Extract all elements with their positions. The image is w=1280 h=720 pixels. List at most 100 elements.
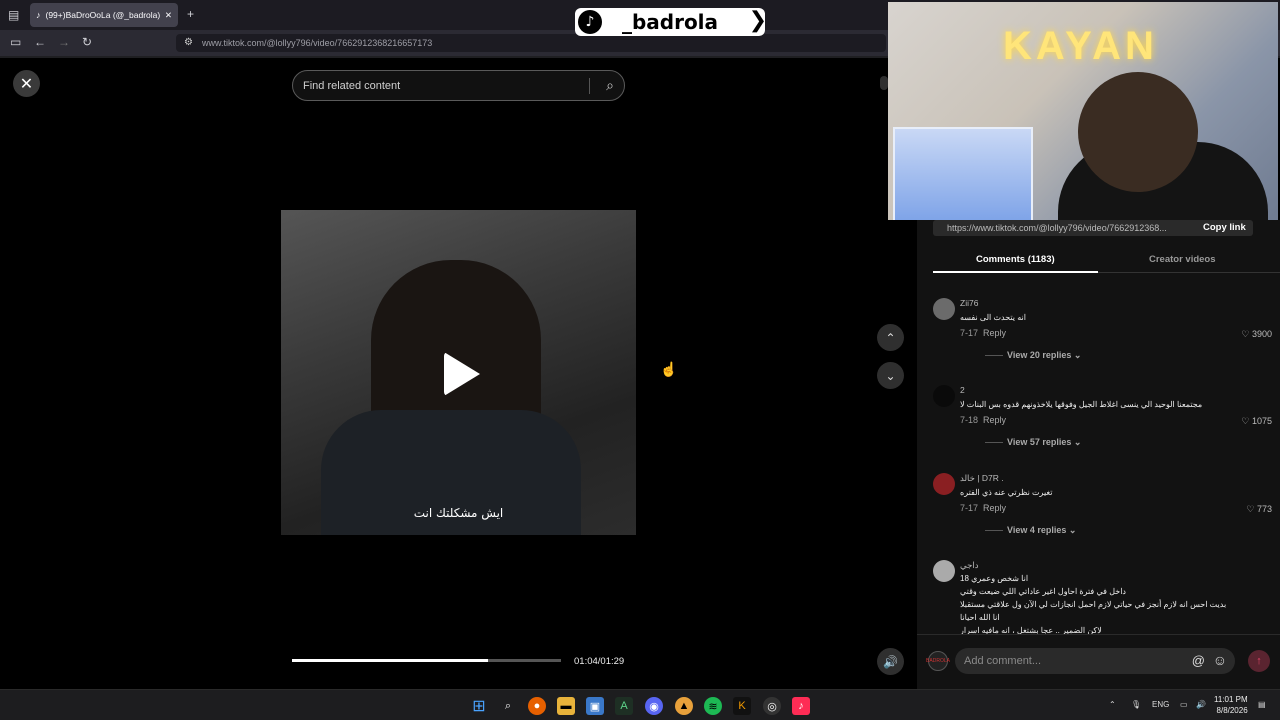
next-video-button[interactable]: ⌄ (877, 362, 904, 389)
copy-link-button[interactable]: Copy link (1203, 222, 1246, 233)
volume-tray-icon[interactable]: 🔊 (1196, 700, 1206, 709)
store-icon[interactable]: ▣ (586, 697, 604, 715)
kick-icon[interactable]: K (733, 697, 751, 715)
emoji-icon[interactable]: ☺ (1213, 652, 1227, 668)
tab-comments[interactable]: Comments (1183) (976, 254, 1055, 265)
related-search-input[interactable]: Find related content ⌕ (292, 70, 625, 101)
streamer-brand-badge: ♪ _badrola ❯ (575, 8, 767, 36)
microphone-icon[interactable]: 🎙 (1131, 700, 1141, 709)
like-button[interactable]: ♡ 1075 (1241, 416, 1272, 427)
tiktok-app-icon[interactable]: ♪ (792, 697, 810, 715)
comment-text-line: انا الله احيانا (960, 613, 1000, 622)
clock-date: 8/8/2026 (1216, 706, 1248, 715)
video-progress-bar[interactable] (292, 659, 561, 662)
comment-text: تغيرت نظرتي عنه ذي الفتره (960, 488, 1053, 497)
new-tab-icon[interactable]: + (187, 7, 194, 21)
more-options-handle[interactable] (880, 76, 888, 90)
browser-tab[interactable]: ♪ (99+)BaDroOoLa (@_badrola) | ✕ (30, 3, 178, 27)
spotify-icon[interactable]: ≋ (704, 697, 722, 715)
heart-icon: ♡ (1241, 416, 1250, 426)
tab-list-icon[interactable]: ▤ (8, 8, 19, 22)
address-bar[interactable]: ⚙ www.tiktok.com/@lollyy796/video/766291… (176, 34, 886, 52)
post-comment-button[interactable]: ↑ (1248, 650, 1270, 672)
mention-icon[interactable]: @ (1192, 653, 1205, 668)
volume-button[interactable]: 🔊 (877, 648, 904, 675)
discord-icon[interactable]: ◉ (645, 697, 663, 715)
tray-overflow-icon[interactable]: ⌃ (1109, 700, 1116, 709)
view-replies-label: View 57 replies (1007, 437, 1072, 447)
comment-date: 7-18 (960, 415, 979, 425)
comment-text: مجتمعنا الوحيد الي ينسى اغلاط الجيل وفوق… (960, 400, 1203, 409)
avatar[interactable] (933, 560, 955, 582)
active-tab-indicator (933, 271, 1098, 273)
comment-text-line: انا شخص وعمري 18 (960, 574, 1029, 583)
comment-text-line: داخل في فترة احاول اغير عاداتي اللي ضيعت… (960, 587, 1126, 596)
windows-taskbar: ⊞ ⌕ ● ▬ ▣ A ◉ ▲ ≋ K ◎ ♪ ⌃ 🎙 ENG ▭ 🔊 11:0… (0, 689, 1280, 720)
comment-text-line: بديت احس انه لازم أنجز في حياتي لازم احم… (960, 600, 1227, 609)
search-icon[interactable]: ⌕ (606, 77, 614, 94)
close-tab-icon[interactable]: ✕ (165, 10, 172, 21)
obs-icon[interactable]: ◎ (763, 697, 781, 715)
previous-video-button[interactable]: ⌃ (877, 324, 904, 351)
pc-case (893, 127, 1033, 220)
like-button[interactable]: ♡ 773 (1246, 504, 1272, 515)
avatar[interactable] (933, 298, 955, 320)
heart-icon: ♡ (1246, 504, 1255, 514)
reply-button[interactable]: Reply (983, 415, 1006, 425)
network-icon[interactable]: ▭ (1180, 700, 1188, 709)
search-icon[interactable]: ⌕ (499, 697, 517, 715)
comment-author[interactable]: Zii76 (960, 298, 978, 308)
back-icon[interactable]: ← (34, 35, 46, 49)
windows-start-icon[interactable]: ⊞ (470, 697, 488, 715)
play-icon[interactable] (444, 352, 480, 396)
view-replies-label: View 20 replies (1007, 350, 1072, 360)
site-info-icon[interactable]: ⚙ (184, 37, 193, 48)
search-divider (589, 78, 590, 94)
add-comment-input[interactable]: Add comment... @ ☺ (955, 648, 1235, 674)
composer-divider (917, 634, 1280, 635)
reply-button[interactable]: Reply (983, 503, 1006, 513)
comment-author[interactable]: خالد | D7R . (960, 473, 1004, 484)
comment-author[interactable]: 2 (960, 385, 965, 395)
forward-icon[interactable]: → (58, 35, 70, 49)
system-clock[interactable]: 11:01 PM 8/8/2026 (1214, 694, 1248, 716)
search-placeholder: Find related content (303, 79, 401, 92)
arrow-up-icon: ↑ (1256, 655, 1262, 667)
brand-name: _badrola (621, 10, 719, 34)
file-explorer-icon[interactable]: ▬ (557, 697, 575, 715)
view-replies-button[interactable]: View 20 replies ⌄ (985, 350, 1081, 361)
like-count: 773 (1256, 504, 1272, 514)
notification-icon[interactable]: ▤ (1258, 700, 1266, 709)
avatar[interactable] (933, 385, 955, 407)
app-warning-icon[interactable]: ▲ (675, 697, 693, 715)
view-replies-button[interactable]: View 4 replies ⌄ (985, 525, 1076, 536)
comment-date: 7-17 (960, 328, 979, 338)
video-time: 01:04/01:29 (574, 656, 625, 667)
tab-creator-videos[interactable]: Creator videos (1149, 254, 1216, 265)
firefox-icon[interactable]: ● (528, 697, 546, 715)
comment-author[interactable]: داجي (960, 560, 979, 571)
progress-fill (292, 659, 488, 662)
reload-icon[interactable]: ↻ (82, 35, 92, 49)
reply-button[interactable]: Reply (983, 328, 1006, 338)
speaker-icon: 🔊 (883, 654, 898, 669)
tab-title: (99+)BaDroOoLa (@_badrola) | (45, 10, 160, 20)
view-replies-button[interactable]: View 57 replies ⌄ (985, 437, 1081, 448)
close-viewer-button[interactable]: ✕ (13, 70, 40, 97)
tiktok-favicon-icon: ♪ (36, 10, 41, 20)
language-indicator[interactable]: ENG (1152, 700, 1169, 709)
like-button[interactable]: ♡ 3900 (1241, 329, 1272, 340)
avatar[interactable] (933, 473, 955, 495)
heart-icon: ♡ (1241, 329, 1250, 339)
chevron-up-icon: ⌃ (885, 330, 896, 345)
chevron-down-icon: ⌄ (885, 368, 896, 383)
sidebar-icon[interactable]: ▭ (10, 35, 21, 49)
hand-cursor-icon: ☝ (660, 361, 678, 377)
add-comment-placeholder: Add comment... (964, 655, 1042, 667)
video-caption: ايش مشكلتك انت (413, 506, 504, 520)
close-icon: ✕ (19, 75, 34, 93)
comment-text-line: لاكن الضمير .. عجا بشتغل ، انه مافيه اسر… (960, 626, 1102, 634)
video-player[interactable]: ايش مشكلتك انت (281, 210, 636, 535)
share-link-text: https://www.tiktok.com/@lollyy796/video/… (947, 223, 1167, 233)
app-a-icon[interactable]: A (615, 697, 633, 715)
